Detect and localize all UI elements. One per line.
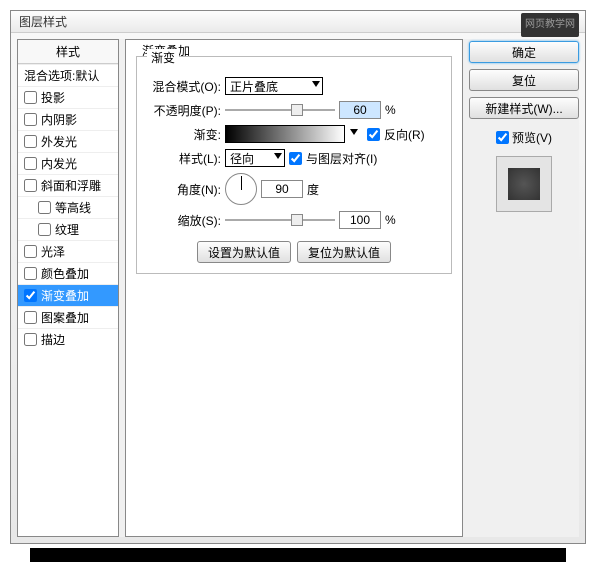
style-checkbox[interactable]	[24, 135, 37, 148]
style-label: 光泽	[41, 243, 65, 260]
styles-panel: 样式 混合选项:默认投影内阴影外发光内发光斜面和浮雕等高线纹理光泽颜色叠加渐变叠…	[17, 39, 119, 537]
scale-slider[interactable]	[225, 212, 335, 228]
style-checkbox[interactable]	[24, 91, 37, 104]
style-label: 渐变叠加	[41, 287, 89, 304]
style-label: 投影	[41, 89, 65, 106]
action-panel: 确定 复位 新建样式(W)... 预览(V)	[469, 39, 579, 537]
layer-style-dialog: 图层样式 网页教学网 样式 混合选项:默认投影内阴影外发光内发光斜面和浮雕等高线…	[10, 10, 586, 544]
style-checkbox[interactable]	[24, 179, 37, 192]
reset-default-button[interactable]: 复位为默认值	[297, 241, 391, 263]
style-label: 内发光	[41, 155, 77, 172]
style-item[interactable]: 混合选项:默认	[18, 64, 118, 86]
sub-title: 渐变	[147, 49, 179, 66]
scale-label: 缩放(S):	[147, 212, 221, 229]
preview-label: 预览(V)	[512, 129, 552, 146]
set-default-button[interactable]: 设置为默认值	[197, 241, 291, 263]
align-label: 与图层对齐(I)	[306, 150, 377, 167]
angle-input[interactable]	[261, 180, 303, 198]
style-label: 样式(L):	[147, 150, 221, 167]
preview-box	[496, 156, 552, 212]
align-checkbox[interactable]	[289, 152, 302, 165]
preview-swatch	[508, 168, 540, 200]
style-label: 纹理	[55, 221, 79, 238]
style-checkbox[interactable]	[24, 333, 37, 346]
watermark: 网页教学网	[521, 13, 579, 37]
window-title: 图层样式	[19, 15, 67, 29]
style-item[interactable]: 颜色叠加	[18, 262, 118, 284]
chevron-down-icon[interactable]	[350, 129, 358, 135]
gradient-swatch[interactable]	[225, 125, 345, 143]
scale-input[interactable]	[339, 211, 381, 229]
angle-unit: 度	[307, 181, 319, 198]
opacity-label: 不透明度(P):	[147, 102, 221, 119]
gradient-group: 渐变 混合模式(O): 正片叠底 不透明度(P): %	[136, 56, 452, 274]
client-area: 样式 混合选项:默认投影内阴影外发光内发光斜面和浮雕等高线纹理光泽颜色叠加渐变叠…	[17, 39, 579, 537]
style-item[interactable]: 纹理	[18, 218, 118, 240]
style-label: 等高线	[55, 199, 91, 216]
style-item[interactable]: 投影	[18, 86, 118, 108]
chevron-down-icon	[312, 81, 320, 87]
style-item[interactable]: 内阴影	[18, 108, 118, 130]
opacity-slider[interactable]	[225, 102, 335, 118]
style-label: 外发光	[41, 133, 77, 150]
style-checkbox[interactable]	[24, 245, 37, 258]
style-select[interactable]: 径向	[225, 149, 285, 167]
style-checkbox[interactable]	[24, 113, 37, 126]
styles-header: 样式	[18, 40, 118, 64]
blend-mode-label: 混合模式(O):	[147, 78, 221, 95]
chevron-down-icon	[274, 153, 282, 159]
angle-label: 角度(N):	[147, 181, 221, 198]
new-style-button[interactable]: 新建样式(W)...	[469, 97, 579, 119]
settings-panel: 渐变叠加 渐变 混合模式(O): 正片叠底 不透明度(P):	[125, 39, 463, 537]
blend-mode-select[interactable]: 正片叠底	[225, 77, 323, 95]
style-label: 颜色叠加	[41, 265, 89, 282]
shadow-bar	[30, 548, 566, 562]
titlebar[interactable]: 图层样式 网页教学网	[11, 11, 585, 33]
style-checkbox[interactable]	[24, 311, 37, 324]
style-item[interactable]: 内发光	[18, 152, 118, 174]
style-item[interactable]: 等高线	[18, 196, 118, 218]
blend-mode-value: 正片叠底	[230, 78, 278, 95]
style-item[interactable]: 渐变叠加	[18, 284, 118, 306]
angle-dial[interactable]	[225, 173, 257, 205]
style-item[interactable]: 描边	[18, 328, 118, 350]
style-label: 图案叠加	[41, 309, 89, 326]
style-checkbox[interactable]	[38, 223, 51, 236]
style-label: 斜面和浮雕	[41, 177, 101, 194]
style-label: 描边	[41, 331, 65, 348]
cancel-button[interactable]: 复位	[469, 69, 579, 91]
opacity-input[interactable]	[339, 101, 381, 119]
reverse-label: 反向(R)	[384, 126, 425, 143]
style-checkbox[interactable]	[24, 157, 37, 170]
preview-checkbox[interactable]	[496, 131, 509, 144]
style-item[interactable]: 斜面和浮雕	[18, 174, 118, 196]
opacity-unit: %	[385, 103, 396, 117]
reverse-checkbox[interactable]	[367, 128, 380, 141]
style-value: 径向	[230, 150, 254, 167]
style-checkbox[interactable]	[38, 201, 51, 214]
ok-button[interactable]: 确定	[469, 41, 579, 63]
style-checkbox[interactable]	[24, 267, 37, 280]
scale-unit: %	[385, 213, 396, 227]
gradient-label: 渐变:	[147, 126, 221, 143]
style-checkbox[interactable]	[24, 289, 37, 302]
style-item[interactable]: 图案叠加	[18, 306, 118, 328]
style-item[interactable]: 光泽	[18, 240, 118, 262]
style-list: 混合选项:默认投影内阴影外发光内发光斜面和浮雕等高线纹理光泽颜色叠加渐变叠加图案…	[18, 64, 118, 350]
style-label: 内阴影	[41, 111, 77, 128]
style-label: 混合选项:默认	[24, 67, 99, 84]
style-item[interactable]: 外发光	[18, 130, 118, 152]
